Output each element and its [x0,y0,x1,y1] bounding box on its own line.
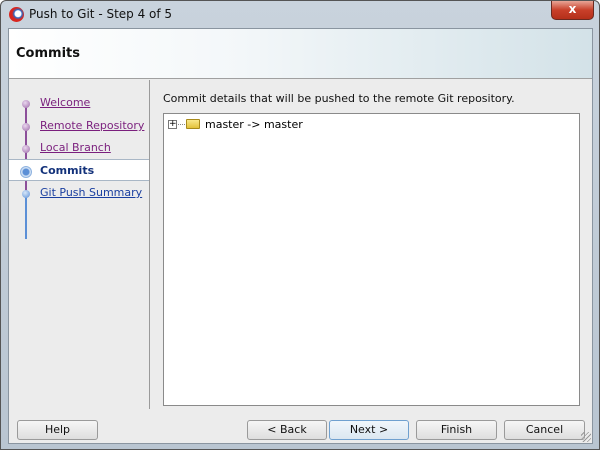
close-button[interactable]: x [551,1,594,20]
folder-icon [186,119,200,129]
step-welcome[interactable]: Welcome [9,92,149,114]
help-button[interactable]: Help [17,420,98,440]
step-done-icon [22,100,30,108]
step-label: Commits [40,164,95,177]
step-local-branch[interactable]: Local Branch [9,137,149,159]
step-done-icon [22,145,30,153]
step-commits[interactable]: Commits [9,159,149,181]
page-title: Commits [16,46,80,61]
window-title: Push to Git - Step 4 of 5 [29,7,173,21]
finish-button[interactable]: Finish [416,420,497,440]
description-text: Commit details that will be pushed to th… [163,92,515,105]
tree-node-label: master -> master [205,117,303,131]
content-panel: Commit details that will be pushed to th… [151,80,592,409]
dialog-body: Commits Welcome Remote Repository Local … [8,28,593,444]
app-icon [9,7,24,22]
step-link[interactable]: Remote Repository [40,119,144,132]
header-panel: Commits [9,29,592,79]
title-bar: Push to Git - Step 4 of 5 x [1,1,599,28]
step-current-icon [20,166,32,178]
wizard-window: Push to Git - Step 4 of 5 x Commits Welc… [0,0,600,450]
tree-node[interactable]: + master -> master [168,117,303,131]
tree-connector [178,123,185,125]
step-remote-repository[interactable]: Remote Repository [9,115,149,137]
commit-tree[interactable]: + master -> master [163,113,580,406]
step-pending-icon [22,190,30,198]
next-button[interactable]: Next > [329,420,409,440]
step-git-push-summary[interactable]: Git Push Summary [9,182,149,204]
step-link[interactable]: Welcome [40,96,90,109]
step-link[interactable]: Local Branch [40,141,111,154]
steps-sidebar: Welcome Remote Repository Local Branch C… [9,80,150,409]
back-button[interactable]: < Back [247,420,327,440]
step-link[interactable]: Git Push Summary [40,186,142,199]
cancel-button[interactable]: Cancel [504,420,585,440]
expand-icon[interactable]: + [168,119,177,129]
resize-grip[interactable] [581,432,591,442]
step-done-icon [22,123,30,131]
